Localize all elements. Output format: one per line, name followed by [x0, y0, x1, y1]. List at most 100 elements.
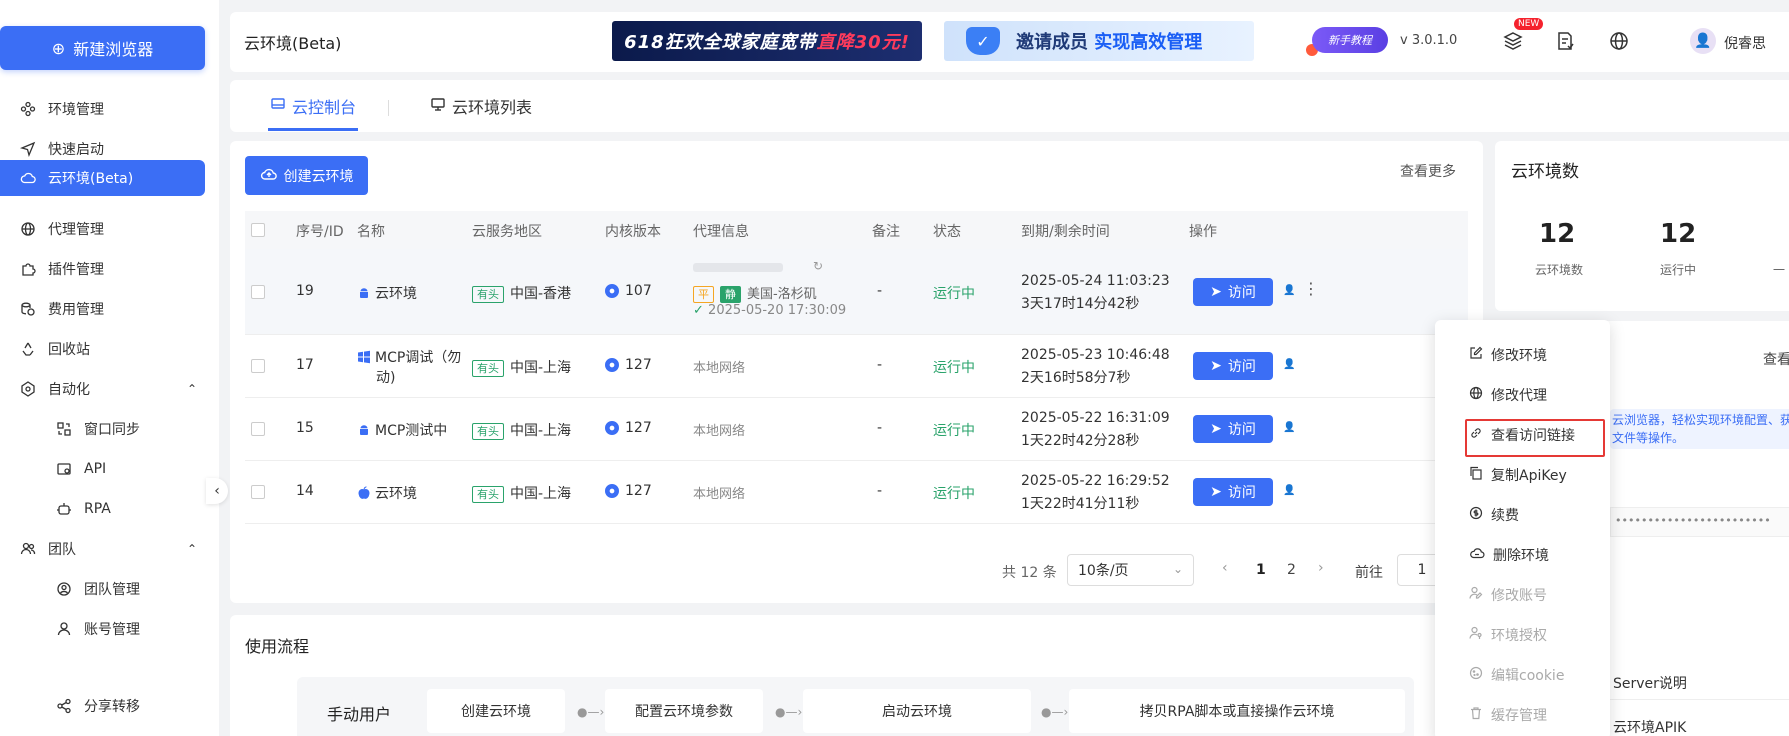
menu-item-label: 编辑cookie	[1491, 668, 1565, 684]
sidebar-item-rpa[interactable]: RPA	[0, 491, 205, 527]
row-proxy: 本地网络	[693, 487, 746, 502]
more-vertical-icon[interactable]: ⋮	[1303, 279, 1319, 298]
window-sync-icon	[56, 421, 72, 437]
sidebar-item-window-sync[interactable]: 窗口同步	[0, 411, 205, 447]
menu-item-label: 删除环境	[1493, 548, 1549, 564]
promo-banner-broadband[interactable]: 618狂欢全球家庭宽带 直降30元!	[612, 21, 922, 61]
row-status: 运行中	[933, 360, 975, 376]
sidebar-item-proxy[interactable]: 代理管理	[0, 211, 205, 247]
flow-step: 创建云环境	[427, 689, 565, 733]
sidebar-item-account-manage[interactable]: 账号管理	[0, 611, 205, 647]
cloud-env-card: 创建云环境 查看更多 序号/ID 名称 云服务地区 内核版本 代理信息 备注 状…	[230, 141, 1483, 603]
row-note: -	[877, 420, 883, 436]
sidebar-item-team-manage[interactable]: 团队管理	[0, 571, 205, 607]
visit-button[interactable]: ➤ 访问	[1193, 278, 1273, 306]
sidebar-item-team[interactable]: 团队 ⌃	[0, 531, 205, 567]
new-browser-button[interactable]: ⊕ 新建浏览器	[0, 26, 205, 70]
avatar[interactable]: 👤	[1690, 28, 1716, 54]
menu-delete-env[interactable]: 删除环境	[1469, 543, 1549, 567]
sidebar-item-billing[interactable]: 费用管理	[0, 291, 205, 327]
sidebar-item-recycle[interactable]: 回收站	[0, 331, 205, 367]
sidebar-item-cloud-env[interactable]: 云环境(Beta)	[0, 160, 205, 196]
visit-button[interactable]: ➤ 访问	[1193, 352, 1273, 380]
visit-button[interactable]: ➤ 访问	[1193, 478, 1273, 506]
prev-page-icon[interactable]: ‹	[1222, 560, 1228, 576]
menu-renew[interactable]: 续费	[1469, 503, 1519, 527]
select-all-checkbox[interactable]	[251, 223, 265, 237]
language-globe-icon[interactable]	[1606, 28, 1632, 54]
sidebar-item-label: 插件管理	[48, 262, 104, 278]
chevron-up-icon: ⌃	[186, 382, 197, 396]
menu-item-label: 续费	[1491, 508, 1519, 524]
chrome-icon	[605, 484, 619, 498]
document-list-icon[interactable]	[1552, 28, 1578, 54]
sidebar-item-label: RPA	[84, 501, 111, 517]
view-link[interactable]: 查看	[1763, 349, 1789, 369]
page-size-select[interactable]: 10条/页 ⌄	[1067, 554, 1194, 586]
menu-copy-apikey[interactable]: 复制ApiKey	[1469, 463, 1567, 487]
row-remain: 1天22时42分28秒	[1021, 433, 1140, 449]
headed-tag: 有头	[472, 486, 504, 503]
row-kernel-text: 127	[625, 357, 652, 373]
table-row[interactable]: 15 MCP测试中 有头 中国-上海 127 本地网络 - 运行中 2025-05…	[245, 398, 1468, 461]
server-note[interactable]: Server说明	[1613, 673, 1687, 693]
tab-cloud-list[interactable]: 云环境列表	[430, 94, 532, 118]
user-small-icon[interactable]: 👤	[1283, 422, 1295, 434]
row-checkbox[interactable]	[251, 485, 265, 499]
flow-step: 启动云环境	[803, 689, 1031, 733]
row-proxy: 本地网络	[693, 361, 746, 376]
row-name: MCP测试中	[357, 420, 447, 440]
promo-banner-invite[interactable]: ✓ 邀请成员 实现高效管理	[944, 21, 1254, 61]
collapse-sidebar-button[interactable]: ‹	[206, 478, 228, 504]
page-2[interactable]: 2	[1287, 562, 1296, 578]
chevron-up-icon: ⌃	[186, 542, 197, 556]
page-1[interactable]: 1	[1256, 562, 1266, 578]
sidebar-item-env-manage[interactable]: 环境管理	[0, 91, 205, 127]
tab-cloud-console[interactable]: 云控制台	[270, 94, 356, 118]
cookie-icon	[1469, 666, 1483, 684]
row-remain: 1天22时41分11秒	[1021, 496, 1140, 512]
sidebar-item-api[interactable]: API	[0, 451, 205, 487]
row-checkbox[interactable]	[251, 359, 265, 373]
table-row[interactable]: 17 MCP调试（勿 动) 有头 中国-上海 127 本地网络 - 运行中 202…	[245, 335, 1468, 398]
user-small-icon[interactable]: 👤	[1283, 285, 1295, 297]
layers-icon[interactable]	[1500, 28, 1526, 54]
menu-item-label: 修改环境	[1491, 348, 1547, 364]
menu-edit-cookie[interactable]: 编辑cookie	[1469, 663, 1564, 687]
active-tab-indicator	[268, 128, 358, 131]
visit-label: 访问	[1227, 359, 1256, 375]
sidebar-item-automation[interactable]: 自动化 ⌃	[0, 371, 205, 407]
user-small-icon[interactable]: 👤	[1283, 485, 1295, 497]
row-checkbox[interactable]	[251, 285, 265, 299]
flow-row-label: 手动用户	[327, 705, 392, 724]
tutorial-button[interactable]: 新手教程	[1312, 27, 1388, 53]
row-kernel: 127	[605, 357, 652, 373]
row-proxy: 平静美国-洛杉矶	[693, 283, 817, 303]
view-more-link[interactable]: 查看更多	[1400, 161, 1456, 181]
row-region: 有头 中国-上海	[472, 420, 571, 440]
send-icon: ➤	[1210, 284, 1222, 300]
row-remain: 3天17时14分42秒	[1021, 296, 1140, 312]
menu-edit-account[interactable]: 修改账号	[1469, 583, 1547, 607]
row-checkbox[interactable]	[251, 422, 265, 436]
sidebar-item-share[interactable]: 分享转移	[0, 693, 205, 719]
table-row[interactable]: 14 云环境 有头 中国-上海 127 本地网络 - 运行中 2025-05-22…	[245, 461, 1468, 524]
table-row[interactable]: 19 云环境 有头 中国-香港 107 ↻ 平静美国-洛杉矶 ✓ 2025-05-…	[245, 249, 1468, 335]
chevron-left-icon: ‹	[214, 483, 220, 499]
sidebar-item-label: 费用管理	[48, 302, 104, 318]
info-line: 文件等操作。	[1612, 431, 1685, 445]
usage-flow-card: 使用流程 手动用户 创建云环境 ●—› 配置云环境参数 ●—› 启动云环境 ●—…	[230, 615, 1483, 736]
menu-env-authorize[interactable]: 环境授权	[1469, 623, 1547, 647]
next-page-icon[interactable]: ›	[1318, 560, 1324, 576]
menu-edit-env[interactable]: 修改环境	[1469, 343, 1547, 367]
apikey-masked-field[interactable]: ••••••••••••••••••••••••	[1610, 507, 1789, 537]
menu-cache-manage[interactable]: 缓存管理	[1469, 703, 1547, 727]
sidebar-item-plugins[interactable]: 插件管理	[0, 251, 205, 287]
user-small-icon[interactable]: 👤	[1283, 359, 1295, 371]
create-cloud-env-button[interactable]: 创建云环境	[245, 156, 368, 195]
menu-edit-proxy[interactable]: 修改代理	[1469, 383, 1547, 407]
username[interactable]: 倪睿思	[1724, 33, 1766, 53]
visit-button[interactable]: ➤ 访问	[1193, 415, 1273, 443]
refresh-icon[interactable]: ↻	[813, 259, 823, 273]
banner-text: 618狂欢全球家庭宽带	[624, 32, 817, 53]
